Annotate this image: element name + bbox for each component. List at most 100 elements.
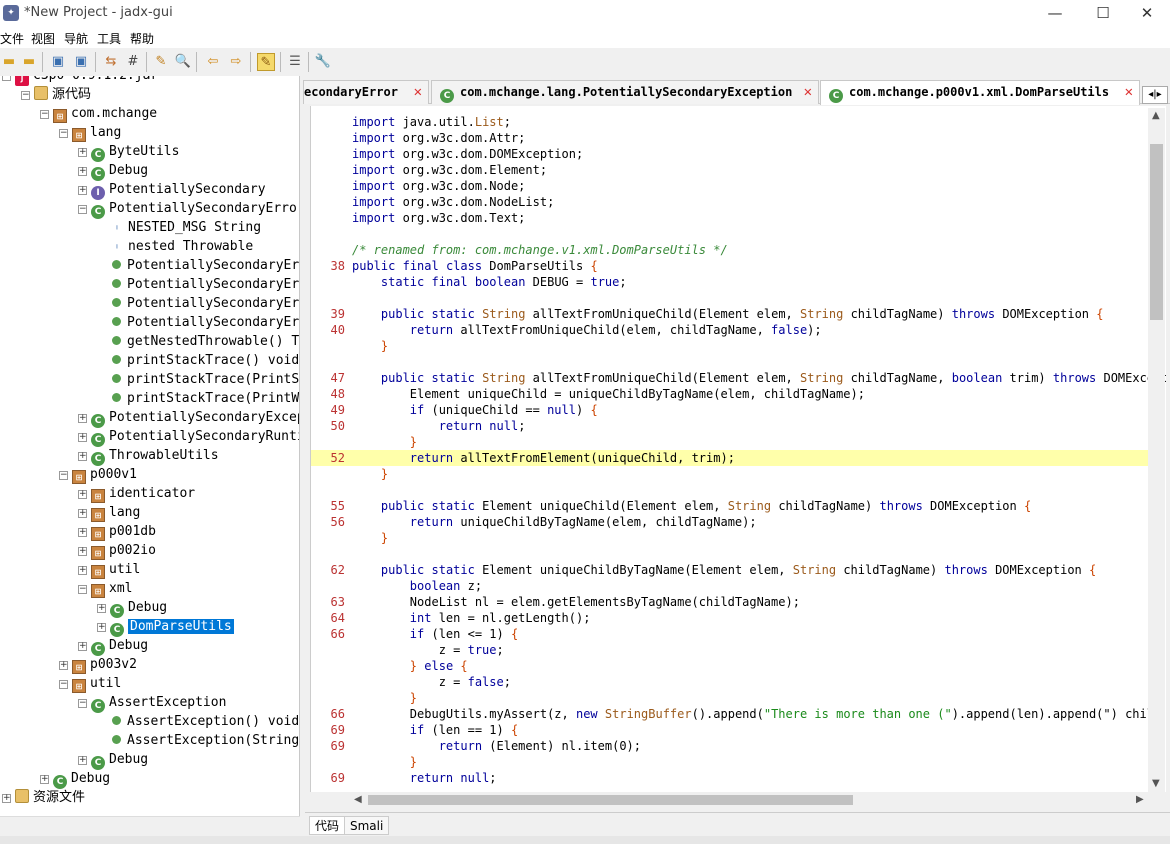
code-vertical-scrollbar[interactable]: ▲ ▼ (1148, 108, 1165, 792)
collapse-icon[interactable]: − (78, 585, 87, 594)
tree-node[interactable]: + ⊞ lang (78, 503, 140, 522)
tree-node[interactable]: printStackTrace() void (97, 351, 299, 370)
preferences-wrench-icon[interactable]: 🔧 (314, 53, 332, 71)
code-text[interactable]: import org.w3c.dom.Text; (352, 210, 525, 226)
menu-navigate[interactable]: 导航 (64, 30, 88, 47)
code-text[interactable]: if (len == 1) { (352, 722, 518, 738)
close-window-button[interactable]: ✕ (1124, 0, 1170, 28)
tree-node[interactable]: − ⊞ p000v1 (59, 465, 137, 484)
code-text[interactable]: NodeList nl = elem.getElementsByTagName(… (352, 594, 800, 610)
expand-icon[interactable]: + (78, 509, 87, 518)
back-arrow-icon[interactable]: ⇦ (204, 53, 222, 71)
code-text[interactable]: if (len <= 1) { (352, 626, 518, 642)
tree-node[interactable]: printStackTrace(PrintWri (97, 389, 299, 408)
menu-file[interactable]: 文件 (0, 30, 24, 47)
save-all-icon[interactable]: ▣ (49, 53, 67, 71)
code-text[interactable]: z = true; (352, 642, 504, 658)
code-text[interactable]: static final boolean DEBUG = true; (352, 274, 627, 290)
expand-icon[interactable]: + (78, 642, 87, 651)
tree-node[interactable]: + C Debug (40, 769, 110, 789)
code-text[interactable]: public static String allTextFromUniqueCh… (352, 306, 1104, 322)
code-text[interactable]: return uniqueChildByTagName(elem, childT… (352, 514, 757, 530)
collapse-icon[interactable]: − (2, 76, 11, 81)
expand-icon[interactable]: + (78, 148, 87, 157)
project-tree[interactable]: −Jc3p0-0.9.1.2.jar−源代码−⊞com.mchange−⊞lan… (0, 76, 300, 816)
tree-node[interactable]: + I PotentiallySecondary (78, 180, 266, 200)
tree-node[interactable]: ⁱ NESTED_MSG String (97, 218, 261, 237)
expand-icon[interactable]: + (78, 566, 87, 575)
tree-node[interactable]: + ⊞ util (78, 560, 140, 579)
tab-potentially-secondary-error[interactable]: econdaryError ✕ (303, 80, 429, 104)
expand-icon[interactable]: + (78, 452, 87, 461)
expand-icon[interactable]: + (2, 794, 11, 803)
tree-node[interactable]: + ⊞ p002io (78, 541, 156, 560)
search-text-icon[interactable]: ✎ (152, 53, 170, 71)
tree-node[interactable]: − ⊞ xml (78, 579, 132, 598)
code-text[interactable]: return null; (352, 418, 526, 434)
flatten-packages-icon[interactable]: # (124, 53, 142, 71)
close-tab-icon[interactable]: ✕ (804, 81, 812, 103)
tree-node[interactable]: − 源代码 (21, 85, 91, 104)
tree-node[interactable]: − ⊞ com.mchange (40, 104, 157, 123)
tree-node[interactable]: + ⊞ identicator (78, 484, 195, 503)
code-text[interactable]: int len = nl.getLength(); (352, 610, 591, 626)
tree-node[interactable]: getNestedThrowable() Thr (97, 332, 299, 351)
code-text[interactable]: return (Element) nl.item(0); (352, 738, 641, 754)
maximize-button[interactable]: ☐ (1080, 0, 1126, 28)
tree-node[interactable]: + C Debug (78, 750, 148, 770)
forward-arrow-icon[interactable]: ⇨ (227, 53, 245, 71)
code-text[interactable]: } (352, 434, 417, 450)
expand-icon[interactable]: + (97, 623, 106, 632)
scroll-right-arrow-icon[interactable]: ▶ (1136, 794, 1144, 805)
tree-node[interactable]: PotentiallySecondaryErro (97, 256, 299, 275)
sync-tree-icon[interactable]: ⇆ (102, 53, 120, 71)
expand-icon[interactable]: + (78, 756, 87, 765)
tree-node[interactable]: + ⊞ p003v2 (59, 655, 137, 674)
tab-dom-parse-utils[interactable]: Ccom.mchange.p000v1.xml.DomParseUtils ✕ (820, 80, 1140, 105)
expand-icon[interactable]: + (40, 775, 49, 784)
code-text[interactable]: public final class DomParseUtils { (352, 258, 598, 274)
expand-icon[interactable]: + (78, 167, 87, 176)
tree-node[interactable]: + C PotentiallySecondaryRuntim (78, 427, 299, 447)
tab-scroll-arrows[interactable]: ◂|▸ (1142, 86, 1168, 104)
expand-icon[interactable]: + (78, 186, 87, 195)
scroll-down-arrow-icon[interactable]: ▼ (1152, 778, 1160, 789)
tree-node[interactable]: + C DomParseUtils (97, 617, 234, 637)
tab-code[interactable]: 代码 (309, 816, 346, 835)
code-text[interactable]: } (352, 754, 417, 770)
tree-node[interactable]: + C ByteUtils (78, 142, 179, 162)
code-text[interactable]: z = false; (352, 674, 511, 690)
code-text[interactable]: import org.w3c.dom.Attr; (352, 130, 525, 146)
code-text[interactable]: public static String allTextFromUniqueCh… (352, 370, 1166, 386)
code-text[interactable]: import org.w3c.dom.NodeList; (352, 194, 554, 210)
code-text[interactable]: import org.w3c.dom.Element; (352, 162, 547, 178)
expand-icon[interactable]: + (78, 547, 87, 556)
code-text[interactable]: } (352, 690, 417, 706)
code-text[interactable]: import java.util.List; (352, 114, 511, 130)
tree-node[interactable]: − ⊞ lang (59, 123, 121, 142)
log-viewer-icon[interactable]: ☰ (286, 53, 304, 71)
collapse-icon[interactable]: − (59, 680, 68, 689)
code-text[interactable]: /* renamed from: com.mchange.v1.xml.DomP… (352, 242, 728, 258)
tree-node[interactable]: − ⊞ util (59, 674, 121, 693)
tree-node[interactable]: −Jc3p0-0.9.1.2.jar (2, 76, 158, 86)
code-text[interactable]: public static Element uniqueChild(Elemen… (352, 498, 1031, 514)
tree-horizontal-scrollbar[interactable] (0, 816, 300, 832)
code-text[interactable]: import org.w3c.dom.DOMException; (352, 146, 583, 162)
scroll-thumb[interactable] (368, 795, 853, 805)
tree-node[interactable]: AssertException(String) (97, 731, 299, 750)
tree-node[interactable]: + 资源文件 (2, 788, 85, 807)
code-text[interactable]: } (352, 466, 388, 482)
tree-node[interactable]: − C AssertException (78, 693, 226, 713)
menu-tools[interactable]: 工具 (97, 30, 121, 47)
tree-node[interactable]: PotentiallySecondaryErro (97, 294, 299, 313)
code-text[interactable]: return allTextFromUniqueChild(elem, chil… (352, 322, 822, 338)
add-files-icon[interactable]: ▬ (20, 53, 38, 71)
open-file-icon[interactable]: ▬ (0, 53, 18, 71)
tree-node[interactable]: printStackTrace(PrintStr (97, 370, 299, 389)
code-text[interactable]: } (352, 338, 388, 354)
scroll-thumb[interactable] (1150, 144, 1163, 320)
expand-icon[interactable]: + (78, 528, 87, 537)
export-icon[interactable]: ▣ (72, 53, 90, 71)
code-text[interactable]: if (uniqueChild == null) { (352, 402, 598, 418)
